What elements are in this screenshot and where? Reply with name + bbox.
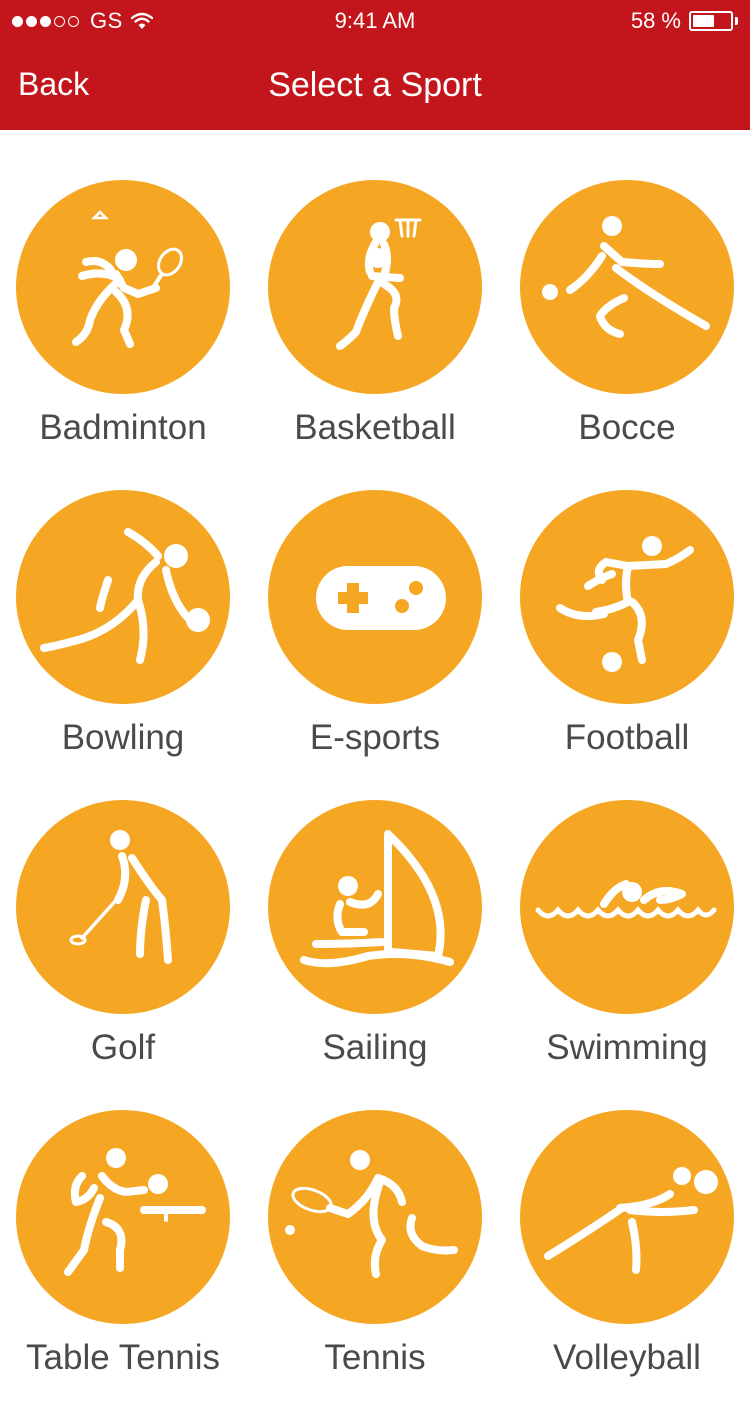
tennis-icon: [285, 1150, 458, 1278]
battery-icon: [689, 11, 733, 31]
battery-percentage: 58 %: [630, 8, 681, 33]
badminton-icon: [72, 210, 183, 348]
sport-icon-circle: [16, 800, 230, 1014]
bowling-icon: [40, 528, 210, 664]
sport-tile-badminton[interactable]: Badminton: [0, 130, 250, 447]
sport-tile-esports[interactable]: E-sports: [252, 440, 502, 757]
sport-tile-swimming[interactable]: Swimming: [504, 750, 750, 1067]
status-right: 58 %: [631, 8, 738, 34]
sport-tile-table-tennis[interactable]: Table Tennis: [0, 1060, 250, 1377]
golf-icon: [69, 830, 172, 964]
sport-tile-bocce[interactable]: Bocce: [504, 130, 750, 447]
sport-icon-circle: [16, 180, 230, 394]
sport-icon-circle: [16, 490, 230, 704]
nav-bar: Back Select a Sport: [0, 40, 750, 130]
sport-icon-circle: [268, 490, 482, 704]
sport-tile-football[interactable]: Football: [504, 440, 750, 757]
sport-icon-circle: [268, 800, 482, 1014]
sport-tile-golf[interactable]: Golf: [0, 750, 250, 1067]
page-title: Select a Sport: [268, 66, 482, 104]
sport-tile-volleyball[interactable]: Volleyball: [504, 1060, 750, 1377]
bocce-icon: [542, 216, 710, 338]
football-icon: [556, 536, 694, 672]
status-bar: GS 9:41 AM 58 %: [0, 0, 750, 40]
sport-label: Volleyball: [553, 1338, 701, 1377]
gamepad-icon: [316, 566, 446, 630]
sport-icon-circle: [268, 1110, 482, 1324]
sport-icon-circle: [16, 1110, 230, 1324]
sport-tile-bowling[interactable]: Bowling: [0, 440, 250, 757]
sport-label: Table Tennis: [26, 1338, 220, 1377]
table-tennis-icon: [64, 1148, 206, 1276]
sport-icon-circle: [268, 180, 482, 394]
back-button[interactable]: Back: [18, 66, 89, 103]
basketball-icon: [336, 218, 422, 350]
battery-fill: [693, 15, 714, 27]
sport-icon-circle: [520, 490, 734, 704]
sport-tile-tennis[interactable]: Tennis: [252, 1060, 502, 1377]
sport-tile-sailing[interactable]: Sailing: [252, 750, 502, 1067]
sport-tile-basketball[interactable]: Basketball: [252, 130, 502, 447]
sport-icon-circle: [520, 180, 734, 394]
sailing-icon: [300, 830, 454, 968]
volleyball-icon: [544, 1167, 718, 1274]
battery-cap: [735, 17, 738, 25]
sport-grid: Badminton Basketball Bocce Bowling E-spo…: [0, 130, 750, 1412]
swimming-icon: [535, 880, 717, 919]
sport-label: Tennis: [324, 1338, 426, 1377]
sport-icon-circle: [520, 1110, 734, 1324]
sport-icon-circle: [520, 800, 734, 1014]
header: GS 9:41 AM 58 % Back Select a Sport: [0, 0, 750, 130]
